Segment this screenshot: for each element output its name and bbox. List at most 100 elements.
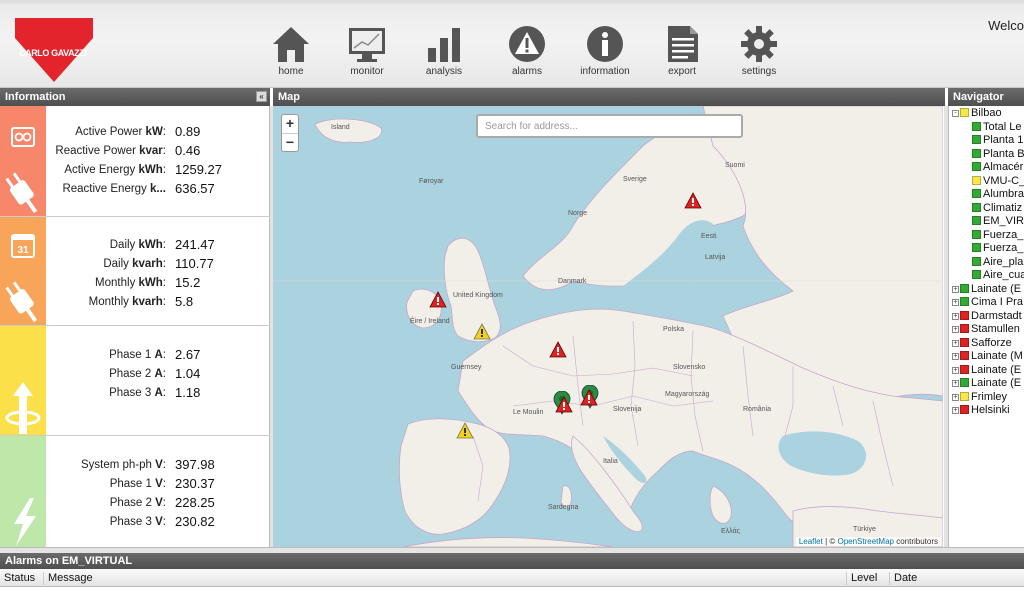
safforze-marker[interactable] bbox=[580, 389, 598, 406]
info-row: Phase 1 A: 2.67 bbox=[46, 347, 270, 365]
column-message[interactable]: Message bbox=[43, 572, 93, 587]
tree-item[interactable]: Frimley bbox=[960, 391, 1007, 405]
map-label: Eesti bbox=[701, 233, 717, 240]
zoom-in-button[interactable]: + bbox=[282, 115, 298, 133]
info-row-label: Phase 2 A: bbox=[109, 368, 166, 380]
nav-alarms-button[interactable]: alarms bbox=[489, 24, 565, 77]
column-status[interactable]: Status bbox=[0, 572, 35, 587]
tree-item[interactable]: Helsinki bbox=[960, 404, 1010, 418]
map-label: Polska bbox=[663, 326, 685, 333]
bilbao-marker[interactable] bbox=[456, 422, 474, 439]
tree-expander[interactable]: + bbox=[952, 380, 959, 387]
tree-expander[interactable]: + bbox=[952, 312, 959, 320]
map-view[interactable]: Island Føroyar United Kingdom Éire / Ire… bbox=[273, 106, 943, 547]
status-square-icon bbox=[972, 189, 981, 198]
info-row: Active Power kW: 0.89 bbox=[46, 124, 270, 142]
tree-item[interactable]: Alumbra bbox=[972, 188, 1024, 202]
address-search-input[interactable]: Search for address... bbox=[476, 114, 743, 138]
tree-expander[interactable]: - bbox=[952, 110, 959, 117]
tree-expander[interactable]: + bbox=[952, 299, 959, 306]
status-square-icon bbox=[960, 324, 969, 333]
attribution-separator: | © bbox=[822, 537, 838, 546]
leaflet-link[interactable]: Leaflet bbox=[799, 537, 823, 546]
tree-item[interactable]: Cima I Pra bbox=[960, 296, 1023, 310]
collapse-info-button[interactable]: « bbox=[256, 91, 267, 102]
tree-expander[interactable]: + bbox=[952, 353, 959, 360]
tree-item[interactable]: Almacér bbox=[972, 161, 1023, 175]
tree-item[interactable]: Planta B bbox=[972, 148, 1024, 162]
nav-information-button[interactable]: information bbox=[567, 24, 643, 77]
darmstadt-marker[interactable] bbox=[549, 341, 567, 358]
info-row: Reactive Energy k... 636.57 bbox=[46, 181, 270, 199]
tree-item[interactable]: Lainate (M bbox=[960, 350, 1023, 364]
nav-information-label: information bbox=[580, 66, 630, 77]
tree-item[interactable]: Lainate (E bbox=[960, 377, 1021, 391]
energy-section: 31 Daily kWh: 241.47 Daily kvarh: 110.77 Mon… bbox=[0, 217, 270, 326]
tree-item[interactable]: Fuerza_ bbox=[972, 242, 1023, 256]
info-row: Phase 3 V: 230.82 bbox=[46, 514, 270, 532]
carlo-gavazzi-logo: CARLO GAVAZZI bbox=[15, 18, 93, 82]
info-row: Reactive Power kvar: 0.46 bbox=[46, 143, 270, 161]
zoom-control: + − bbox=[281, 114, 299, 152]
status-square-icon bbox=[960, 108, 969, 117]
tree-item[interactable]: Lainate (E bbox=[960, 364, 1021, 378]
tree-item[interactable]: Lainate (E bbox=[960, 283, 1021, 297]
info-row-value: 1.04 bbox=[175, 366, 201, 381]
tree-expander[interactable]: + bbox=[952, 393, 959, 401]
tree-expander[interactable]: + bbox=[952, 285, 959, 293]
map-label: Latvija bbox=[705, 254, 726, 261]
column-level[interactable]: Level bbox=[846, 572, 877, 587]
openstreetmap-link[interactable]: OpenStreetMap bbox=[837, 537, 893, 546]
map-label: Slovensko bbox=[673, 364, 706, 371]
tree-item[interactable]: Safforze bbox=[960, 337, 1012, 351]
tree-item-label: Lainate (E bbox=[971, 282, 1022, 295]
map-label: Suomi bbox=[725, 162, 745, 169]
tree-item[interactable]: Darmstadt bbox=[960, 310, 1022, 324]
tree-expander[interactable]: + bbox=[952, 407, 959, 414]
status-square-icon bbox=[972, 148, 981, 158]
tree-item[interactable]: VMU-C_ bbox=[972, 175, 1024, 189]
frimley-marker[interactable] bbox=[473, 323, 491, 340]
stamullen-marker[interactable] bbox=[429, 291, 447, 308]
nav-settings-button[interactable]: settings bbox=[721, 24, 797, 77]
tree-item[interactable]: Stamullen bbox=[960, 323, 1020, 337]
column-date[interactable]: Date bbox=[889, 572, 917, 587]
map-label: Guernsey bbox=[451, 364, 482, 371]
nav-analysis-button[interactable]: analysis bbox=[406, 24, 482, 77]
zoom-out-button[interactable]: − bbox=[282, 133, 298, 151]
lightning-icon bbox=[14, 498, 36, 546]
alarms-table-header: Status Message Level Date bbox=[0, 569, 1024, 587]
info-row-label: System ph-ph V: bbox=[80, 459, 166, 471]
current-section: Phase 1 A: 2.67 Phase 2 A: 1.04 Phase 3 A: 1.… bbox=[0, 326, 270, 436]
tree-item[interactable]: Climatiz bbox=[972, 202, 1022, 216]
tree-item[interactable]: Bilbao bbox=[960, 107, 1002, 121]
tree-expander[interactable]: + bbox=[952, 366, 959, 374]
tree-item[interactable]: Fuerza_ bbox=[972, 229, 1023, 243]
tree-expander[interactable]: + bbox=[952, 339, 959, 347]
tree-item[interactable]: EM_VIR bbox=[972, 215, 1024, 229]
lainate-marker[interactable] bbox=[555, 396, 573, 413]
home-icon bbox=[273, 27, 309, 62]
helsinki-marker[interactable] bbox=[684, 192, 702, 209]
current-arrow-icon bbox=[5, 382, 41, 434]
status-square-icon bbox=[960, 337, 969, 347]
nav-export-label: export bbox=[668, 66, 696, 77]
tree-item-label: Almacér bbox=[983, 161, 1024, 173]
europe-map-tiles bbox=[273, 106, 943, 547]
tree-item[interactable]: Aire_cua bbox=[972, 269, 1024, 283]
tree-item[interactable]: Planta 1 bbox=[972, 134, 1023, 148]
info-row-value: 2.67 bbox=[175, 347, 201, 362]
tree-item[interactable]: Total Le bbox=[972, 121, 1022, 135]
tree-expander[interactable]: + bbox=[952, 326, 959, 333]
tree-item[interactable]: Aire_pla bbox=[972, 256, 1023, 270]
information-panel-title: Information bbox=[5, 91, 66, 103]
status-square-icon bbox=[972, 162, 981, 171]
nav-monitor-button[interactable]: monitor bbox=[329, 24, 405, 77]
nav-export-button[interactable]: export bbox=[644, 24, 720, 77]
info-row-label: Monthly kWh: bbox=[95, 277, 166, 289]
status-square-icon bbox=[960, 297, 969, 306]
nav-home-button[interactable]: home bbox=[253, 24, 329, 77]
map-label: Ελλάς bbox=[721, 528, 740, 535]
power-section: Active Power kW: 0.89 Reactive Power kvar:… bbox=[0, 106, 270, 217]
attribution-tail: contributors bbox=[893, 537, 938, 546]
